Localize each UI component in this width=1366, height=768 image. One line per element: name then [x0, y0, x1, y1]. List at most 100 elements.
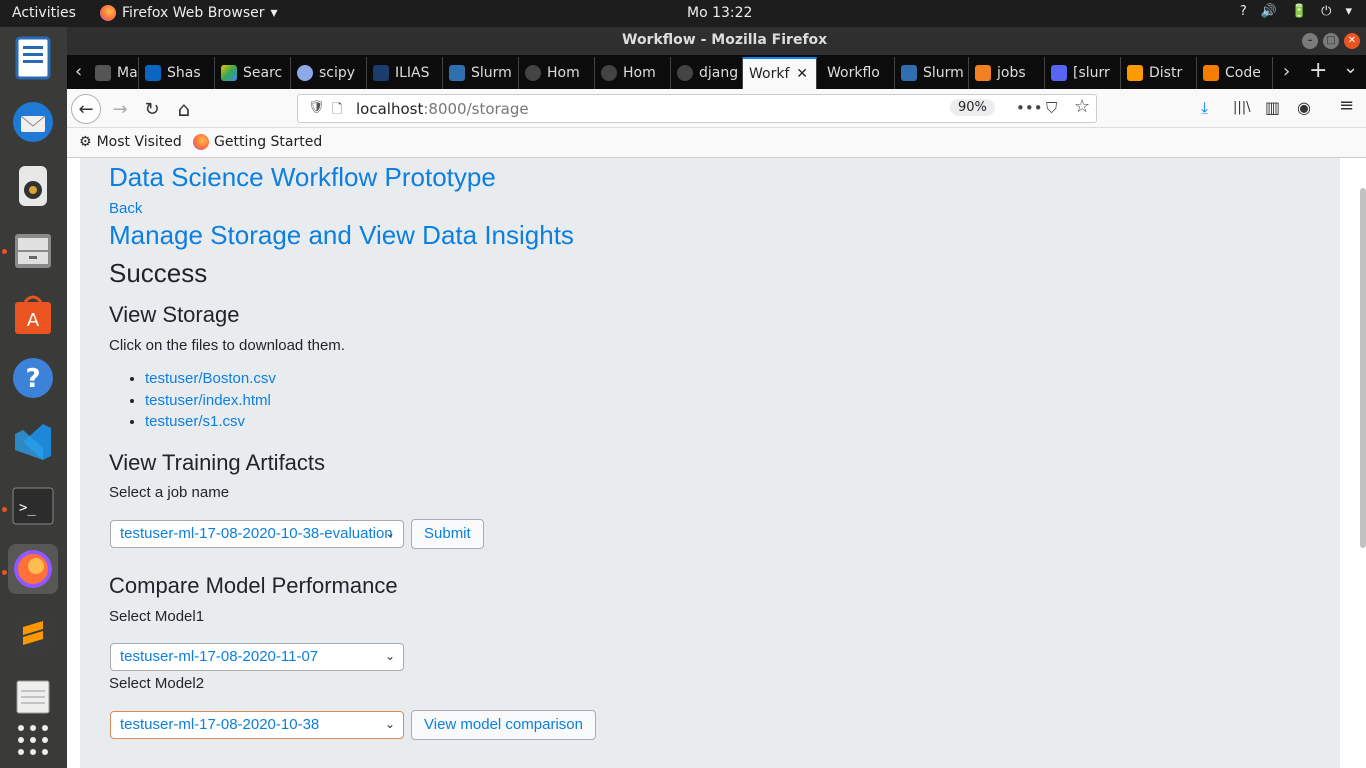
account-icon[interactable]: ◉: [1297, 98, 1311, 117]
dock-text-editor[interactable]: [8, 33, 58, 83]
page-scrollbar[interactable]: [1360, 188, 1366, 548]
thunderbird-icon: [13, 102, 53, 142]
zoom-indicator[interactable]: 90%: [950, 99, 995, 116]
job-name-select[interactable]: testuser-ml-17-08-2020-10-38-evaluation …: [110, 520, 404, 548]
tab[interactable]: Shas: [139, 57, 215, 89]
dock-rhythmbox[interactable]: [8, 161, 58, 211]
dock-software[interactable]: A: [8, 289, 58, 339]
tab[interactable]: Hom: [519, 57, 595, 89]
reload-button[interactable]: ↻: [137, 94, 167, 124]
minimize-button[interactable]: –: [1302, 33, 1318, 49]
dock-app-grid[interactable]: [8, 715, 58, 765]
tab[interactable]: [slurr: [1045, 57, 1121, 89]
scroll-tabs-left-button[interactable]: ‹: [75, 61, 82, 82]
bookmark-getting-started[interactable]: Getting Started: [193, 134, 322, 150]
activities-button[interactable]: Activities: [12, 5, 76, 21]
power-icon[interactable]: ⏻: [1321, 4, 1331, 19]
bookmark-label: Most Visited: [96, 134, 182, 150]
dock-sublime[interactable]: [8, 608, 58, 658]
tab-label: djang: [699, 65, 739, 81]
tab-label: Shas: [167, 65, 201, 81]
shield-icon[interactable]: 🛡: [308, 100, 325, 115]
github-icon: [677, 65, 693, 81]
back-link[interactable]: Back: [109, 200, 142, 217]
submit-button[interactable]: Submit: [411, 519, 484, 549]
more-actions-icon[interactable]: •••: [1016, 99, 1043, 117]
view-model-comparison-button[interactable]: View model comparison: [411, 710, 596, 740]
downloads-icon[interactable]: ⤓: [1201, 98, 1208, 118]
system-tray[interactable]: ? 🔊 🔋 ⏻ ▾: [1240, 4, 1352, 19]
dock-files[interactable]: [8, 225, 58, 275]
tab[interactable]: Mach: [89, 57, 139, 89]
tab-favicon: [95, 65, 111, 81]
model2-selected: testuser-ml-17-08-2020-10-38: [120, 716, 320, 733]
tab-active[interactable]: Workf ✕: [743, 57, 817, 89]
url-path: :8000/storage: [423, 100, 529, 118]
linkedin-icon: [145, 65, 161, 81]
hamburger-menu-icon[interactable]: ≡: [1339, 95, 1354, 116]
back-button[interactable]: ←: [71, 94, 101, 124]
tab[interactable]: jobs: [969, 57, 1045, 89]
dock-vscode[interactable]: [8, 417, 58, 467]
bookmark-most-visited[interactable]: ⚙ Most Visited: [79, 134, 182, 150]
pocket-icon[interactable]: ⛉: [1046, 99, 1057, 117]
window-titlebar[interactable]: Workflow - Mozilla Firefox – □ ✕: [67, 27, 1366, 55]
clock[interactable]: Mo 13:22: [687, 5, 752, 21]
tab[interactable]: Code: [1197, 57, 1273, 89]
page-heading-link[interactable]: Manage Storage and View Data Insights: [109, 220, 574, 251]
scroll-tabs-right-button[interactable]: ›: [1283, 61, 1290, 82]
svg-text:>_: >_: [19, 500, 36, 516]
close-tab-icon[interactable]: ✕: [796, 66, 808, 82]
maximize-button[interactable]: □: [1323, 33, 1339, 49]
firefox-icon: [14, 550, 52, 588]
slurm-icon: [449, 65, 465, 81]
battery-icon[interactable]: 🔋: [1291, 4, 1307, 19]
page-info-icon[interactable]: 🗋: [332, 100, 342, 122]
running-indicator: [2, 570, 7, 575]
url-text[interactable]: localhost:8000/storage: [356, 100, 529, 118]
dock-terminal[interactable]: >_: [8, 481, 58, 531]
file-link[interactable]: testuser/Boston.csv: [145, 370, 276, 387]
url-bar[interactable]: 🛡 🗋 localhost:8000/storage 90% ••• ⛉ ☆: [297, 94, 1097, 123]
tab[interactable]: Workflo: [819, 57, 895, 89]
tray-menu-icon[interactable]: ▾: [1345, 4, 1352, 19]
section-title-training: View Training Artifacts: [109, 450, 326, 475]
file-link[interactable]: testuser/s1.csv: [145, 413, 245, 430]
stackoverflow-icon: [975, 65, 991, 81]
tab[interactable]: Searc: [215, 57, 291, 89]
tab-label: Distr: [1149, 65, 1183, 81]
tab[interactable]: Slurm: [895, 57, 969, 89]
bookmark-star-icon[interactable]: ☆: [1074, 96, 1090, 117]
forward-button[interactable]: →: [105, 94, 135, 124]
dock-thunderbird[interactable]: [8, 97, 58, 147]
tab-label: Slurm: [471, 65, 512, 81]
list-all-tabs-button[interactable]: ⌄: [1343, 57, 1358, 78]
home-button[interactable]: ⌂: [169, 94, 199, 124]
dock-firefox[interactable]: [8, 544, 58, 594]
section-title-compare: Compare Model Performance: [109, 573, 398, 598]
tab-label: Hom: [547, 65, 580, 81]
model2-select[interactable]: testuser-ml-17-08-2020-10-38 ⌄: [110, 711, 404, 739]
help-icon[interactable]: ?: [1240, 4, 1247, 19]
model1-select[interactable]: testuser-ml-17-08-2020-11-07 ⌄: [110, 643, 404, 671]
sidebar-icon[interactable]: ▥: [1265, 98, 1280, 117]
tab[interactable]: ILIAS: [367, 57, 443, 89]
tab[interactable]: djang: [671, 57, 743, 89]
tab[interactable]: Slurm: [443, 57, 519, 89]
volume-icon[interactable]: 🔊: [1261, 4, 1277, 19]
ilias-icon: [373, 65, 389, 81]
library-icon[interactable]: |||\: [1233, 100, 1251, 115]
new-tab-button[interactable]: +: [1309, 58, 1327, 83]
file-link[interactable]: testuser/index.html: [145, 392, 271, 409]
close-window-button[interactable]: ✕: [1344, 33, 1360, 49]
brand-link[interactable]: Data Science Workflow Prototype: [109, 162, 496, 193]
list-item: testuser/s1.csv: [145, 413, 276, 435]
app-menu[interactable]: Firefox Web Browser ▾: [100, 5, 278, 21]
tab[interactable]: Distr: [1121, 57, 1197, 89]
tab[interactable]: Hom: [595, 57, 671, 89]
dock-help[interactable]: ?: [8, 353, 58, 403]
tab[interactable]: scipy: [291, 57, 367, 89]
gear-icon: ⚙: [79, 134, 92, 150]
speaker-icon: [19, 166, 47, 206]
navigation-toolbar: ← → ↻ ⌂ 🛡 🗋 localhost:8000/storage 90% •…: [67, 89, 1366, 128]
